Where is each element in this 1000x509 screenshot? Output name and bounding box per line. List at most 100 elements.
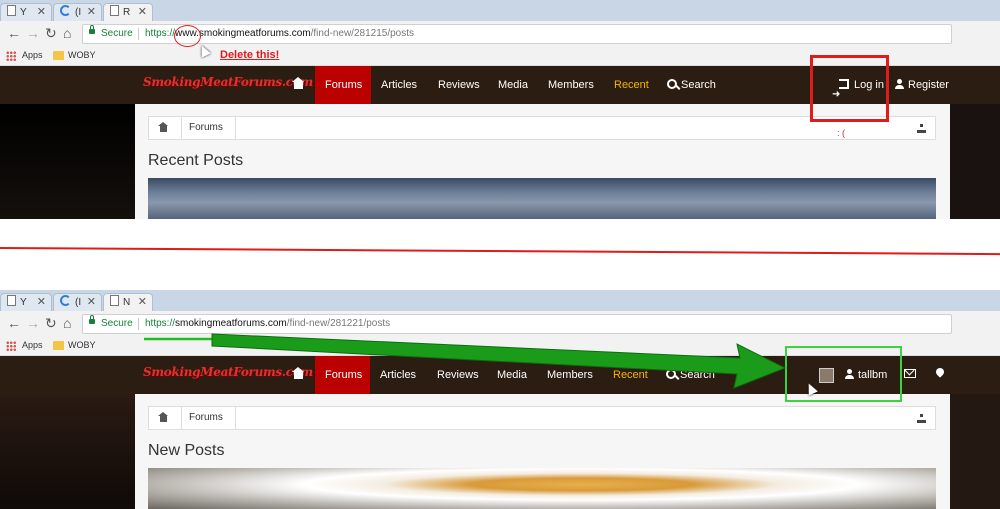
home-icon[interactable]: ⌂ [63, 25, 71, 41]
back-arrow-icon[interactable]: ← [7, 315, 21, 331]
back-arrow-icon[interactable]: ← [7, 25, 21, 41]
breadcrumb-home[interactable] [149, 407, 182, 429]
nav-articles[interactable]: Articles [370, 356, 426, 394]
address-bar: ← → ↻ ⌂ Secure https://www.smokingmeatfo… [0, 21, 1000, 47]
nav-articles[interactable]: Articles [371, 66, 427, 104]
nav-members[interactable]: Members [537, 356, 603, 394]
browser-tab[interactable]: (I ✕ [53, 3, 102, 21]
search-icon [667, 79, 677, 89]
close-icon[interactable]: ✕ [87, 4, 96, 21]
home-icon [158, 122, 168, 132]
forward-arrow-icon[interactable]: → [26, 25, 40, 41]
sitemap-icon[interactable] [917, 414, 927, 423]
close-icon[interactable]: ✕ [37, 4, 46, 21]
close-icon[interactable]: ✕ [138, 4, 147, 21]
map-pin-icon[interactable] [934, 366, 946, 378]
browser-tab-active[interactable]: R ✕ [103, 3, 153, 21]
nav-forums[interactable]: Forums [315, 66, 371, 104]
bookmark-apps[interactable]: Apps [22, 47, 43, 64]
url-input[interactable]: Secure https://smokingmeatforums.com/fin… [82, 314, 952, 334]
folder-icon [53, 51, 64, 60]
screenshot-logged-out: Y ✕ (I ✕ R ✕ ← → ↻ ⌂ Secure https://www.smo… [0, 0, 1000, 219]
nav-media[interactable]: Media [487, 356, 537, 394]
url-text: https://smokingmeatforums.com/find-new/2… [145, 315, 390, 333]
breadcrumb-home[interactable] [149, 117, 182, 139]
reload-icon[interactable]: ↻ [45, 315, 57, 331]
annotation-green-box [785, 346, 902, 402]
breadcrumb-forums[interactable]: Forums [189, 407, 236, 429]
bookmark-folder[interactable]: WOBY [68, 47, 96, 64]
nav-reviews[interactable]: Reviews [427, 356, 489, 394]
secure-label: Secure [101, 318, 133, 329]
forward-arrow-icon[interactable]: → [26, 315, 40, 331]
tab-strip: Y ✕ (I ✕ R ✕ [0, 0, 1000, 21]
breadcrumb: Forums [148, 406, 936, 430]
browser-tab-active[interactable]: N ✕ [103, 293, 153, 311]
nav-members[interactable]: Members [538, 66, 604, 104]
document-icon [7, 295, 16, 306]
nav-recent[interactable]: Recent [603, 356, 658, 394]
url-protocol: https:// [145, 28, 176, 39]
lock-icon [89, 25, 95, 34]
nav-search-label: Search [681, 79, 716, 91]
browser-tab[interactable]: (I ✕ [53, 293, 102, 311]
sitemap-icon[interactable] [917, 124, 927, 133]
secure-label: Secure [101, 28, 133, 39]
breadcrumb-forums[interactable]: Forums [189, 117, 236, 139]
page-title: Recent Posts [148, 152, 244, 169]
annotation-delete-this: Delete this! [220, 49, 280, 61]
tab-label: N [123, 297, 131, 308]
envelope-icon[interactable] [904, 369, 916, 378]
page-background [950, 394, 1000, 509]
annotation-red-box [810, 55, 889, 122]
register-button[interactable]: Register [884, 66, 959, 104]
page-title: New Posts [148, 442, 225, 459]
nav-forums[interactable]: Forums [315, 356, 370, 394]
document-icon [110, 5, 119, 16]
tab-label: Y [20, 7, 27, 18]
close-icon[interactable]: ✕ [87, 294, 96, 311]
loading-icon [60, 295, 71, 306]
home-icon [292, 367, 304, 379]
nav-search[interactable]: Search [656, 356, 725, 394]
document-icon [7, 5, 16, 16]
screenshot-logged-in: Y ✕ (I ✕ N ✕ ← → ↻ ⌂ Secure https://smoking… [0, 290, 1000, 509]
nav-home[interactable] [284, 356, 313, 394]
register-label: Register [908, 79, 949, 91]
loading-icon [60, 5, 71, 16]
add-user-icon [894, 79, 904, 89]
nav-search[interactable]: Search [657, 66, 726, 104]
bookmark-folder[interactable]: WOBY [68, 337, 96, 354]
page-background [0, 104, 135, 219]
nav-search-label: Search [680, 369, 715, 381]
nav-reviews[interactable]: Reviews [428, 66, 490, 104]
document-icon [110, 295, 119, 306]
url-input[interactable]: Secure https://www.smokingmeatforums.com… [82, 24, 952, 44]
nav-home[interactable] [284, 66, 313, 104]
main-content: Forums New Posts [135, 394, 950, 509]
url-path: /find-new/281215/posts [310, 28, 415, 39]
hero-image [148, 468, 936, 509]
browser-tab[interactable]: Y ✕ [0, 3, 52, 21]
tab-label: (I [75, 297, 82, 308]
tab-label: R [123, 7, 131, 18]
tab-label: (I [75, 7, 82, 18]
url-host: smokingmeatforums.com [175, 318, 287, 329]
divider [138, 318, 139, 330]
browser-tab[interactable]: Y ✕ [0, 293, 52, 311]
page-background [950, 104, 1000, 219]
bookmark-apps[interactable]: Apps [22, 337, 43, 354]
annotation-frown: : ( [837, 128, 845, 138]
nav-recent[interactable]: Recent [604, 66, 659, 104]
nav-media[interactable]: Media [488, 66, 538, 104]
reload-icon[interactable]: ↻ [45, 25, 57, 41]
home-icon[interactable]: ⌂ [63, 315, 71, 331]
close-icon[interactable]: ✕ [37, 294, 46, 311]
tab-strip: Y ✕ (I ✕ N ✕ [0, 290, 1000, 311]
hero-image [148, 178, 936, 219]
tab-label: Y [20, 297, 27, 308]
search-icon [666, 369, 676, 379]
annotation-divider-line [0, 247, 1000, 256]
close-icon[interactable]: ✕ [138, 294, 147, 311]
home-icon [292, 77, 304, 89]
